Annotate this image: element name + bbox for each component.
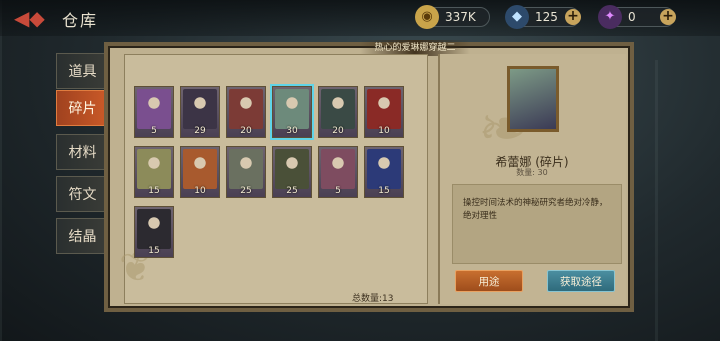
diamond-icon: ◆ — [505, 5, 529, 29]
fragment-slot-count: 10 — [194, 186, 206, 196]
character-portrait — [367, 89, 401, 129]
fragment-description: 操控时间法术的神秘研究者绝对冷静，绝对理性 — [452, 184, 622, 264]
fragment-slot-count: 30 — [286, 126, 298, 136]
diamond-value: 125 — [535, 10, 558, 24]
character-portrait — [321, 149, 355, 189]
tab-materials[interactable]: 材料 — [56, 134, 108, 170]
tab-items[interactable]: 道具 — [56, 53, 108, 89]
crystal-value: 0 — [628, 10, 636, 24]
character-portrait — [275, 149, 309, 189]
use-button[interactable]: 用途 — [455, 270, 523, 292]
coin-value: 337K — [445, 10, 476, 24]
fragment-slot[interactable]: 5 — [318, 146, 358, 198]
tab-runes[interactable]: 符文 — [56, 176, 108, 212]
character-portrait — [137, 89, 171, 129]
game-screen: { "header":{"title":"仓库"}, "resources":[… — [0, 0, 720, 341]
fragment-slot[interactable]: 25 — [226, 146, 266, 198]
fragment-slot-count: 20 — [240, 126, 252, 136]
coin-icon: ◉ — [415, 5, 439, 29]
fragment-slot[interactable]: 15 — [134, 206, 174, 258]
add-crystal-button[interactable]: + — [660, 9, 676, 25]
fragment-slot[interactable]: 20 — [226, 86, 266, 138]
fragment-slot[interactable]: 15 — [134, 146, 174, 198]
resource-crystal: ✦ 0 + — [598, 5, 676, 29]
purple-crystal-icon: ✦ — [598, 5, 622, 29]
fragment-slot[interactable]: 20 — [318, 86, 358, 138]
character-portrait — [137, 209, 171, 249]
character-portrait — [137, 149, 171, 189]
fragment-slot[interactable]: 15 — [364, 146, 404, 198]
total-count: 总数量:13 — [352, 294, 394, 304]
fragment-slot-count: 15 — [148, 246, 160, 256]
fragment-slot-count: 15 — [378, 186, 390, 196]
fragment-slot-count: 5 — [151, 126, 157, 136]
character-portrait — [275, 89, 309, 129]
resource-diamond: ◆ 125 + — [505, 5, 581, 29]
add-diamond-button[interactable]: + — [565, 9, 581, 25]
fragment-slot[interactable]: 10 — [364, 86, 404, 138]
tab-crystals[interactable]: 结晶 — [56, 218, 108, 254]
fragment-slot-count: 25 — [286, 186, 298, 196]
character-portrait — [321, 89, 355, 129]
page-title: 仓库 — [62, 11, 99, 30]
fragment-count: 数量: 30 — [516, 168, 548, 177]
fragment-slot-count: 20 — [332, 126, 344, 136]
get-source-button[interactable]: 获取途径 — [547, 270, 615, 292]
fragment-portrait — [507, 66, 559, 132]
character-portrait — [183, 89, 217, 129]
fragment-slot[interactable]: 30 — [270, 84, 314, 140]
fragment-slot-count: 10 — [378, 126, 390, 136]
fragment-slot-count: 25 — [240, 186, 252, 196]
character-portrait — [229, 89, 263, 129]
resource-coin: ◉ 337K — [415, 5, 490, 29]
wall-edge-left — [0, 0, 2, 341]
fragment-slot-count: 29 — [194, 126, 206, 136]
top-bar: ◀◆ 仓库 ◉ 337K ◆ 125 + ✦ 0 + — [0, 0, 720, 36]
tab-fragments[interactable]: 碎片 — [56, 90, 108, 126]
character-portrait — [229, 149, 263, 189]
fragment-slot[interactable]: 10 — [180, 146, 220, 198]
back-arrow-icon[interactable]: ◀◆ — [14, 7, 54, 29]
wall-pillar-right — [655, 60, 658, 341]
fragment-slot-count: 15 — [148, 186, 160, 196]
fragment-slot[interactable]: 29 — [180, 86, 220, 138]
fragment-slot[interactable]: 5 — [134, 86, 174, 138]
fragment-slot-count: 5 — [335, 186, 341, 196]
character-portrait — [183, 149, 217, 189]
character-portrait — [367, 149, 401, 189]
fragment-slot[interactable]: 25 — [272, 146, 312, 198]
